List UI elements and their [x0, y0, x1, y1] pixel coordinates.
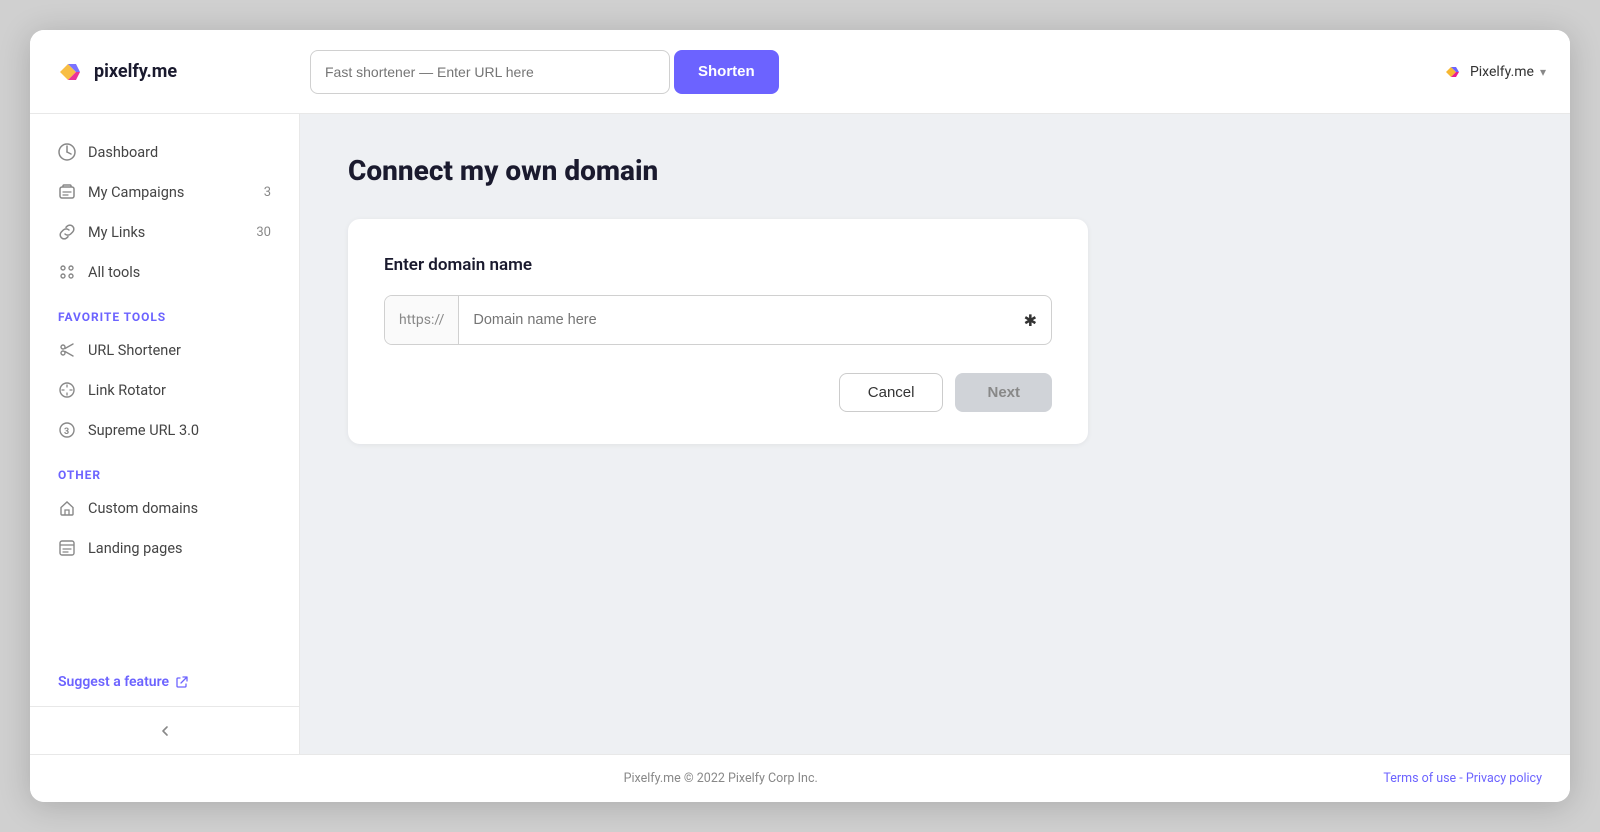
- header-user-label: Pixelfy.me: [1470, 64, 1534, 80]
- shorten-button[interactable]: Shorten: [674, 50, 779, 94]
- card-actions: Cancel Next: [384, 373, 1052, 412]
- header-user[interactable]: Pixelfy.me ▾: [1442, 61, 1546, 83]
- chevron-left-icon: [156, 722, 174, 740]
- sidebar-url-shortener-label: URL Shortener: [88, 342, 181, 359]
- sidebar-collapse-button[interactable]: [30, 706, 299, 754]
- sidebar-supreme-url-label: Supreme URL 3.0: [88, 422, 199, 439]
- footer: Pixelfy.me © 2022 Pixelfy Corp Inc. Term…: [30, 754, 1570, 802]
- sidebar-links-count: 30: [256, 225, 271, 240]
- sidebar-custom-domains-label: Custom domains: [88, 500, 198, 517]
- domain-prefix: https://: [385, 296, 459, 344]
- domain-name-input[interactable]: [459, 312, 1009, 328]
- main-content: Connect my own domain Enter domain name …: [300, 114, 1570, 754]
- domain-asterisk: ✱: [1010, 311, 1051, 330]
- sidebar-item-landing-pages[interactable]: Landing pages: [30, 528, 299, 568]
- supreme-icon: 3: [58, 421, 76, 439]
- scissors-icon: [58, 341, 76, 359]
- sidebar-links-label: My Links: [88, 224, 145, 241]
- url-input-wrap: [310, 50, 670, 94]
- home-icon: [58, 499, 76, 517]
- domain-card-title: Enter domain name: [384, 255, 1052, 275]
- sidebar-alltools-label: All tools: [88, 264, 140, 281]
- domain-input-wrap: https:// ✱: [384, 295, 1052, 345]
- logo-text: pixelfy.me: [94, 61, 177, 82]
- header-right: Pixelfy.me ▾: [1442, 61, 1546, 83]
- favorite-tools-label: FAVORITE TOOLS: [30, 292, 299, 330]
- app-window: pixelfy.me Shorten Pixelfy.me ▾: [30, 30, 1570, 802]
- svg-text:3: 3: [64, 427, 69, 437]
- landing-pages-icon: [58, 539, 76, 557]
- sidebar-item-campaigns[interactable]: My Campaigns 3: [30, 172, 299, 212]
- body-wrap: Dashboard My Campaigns 3 My Links 30: [30, 114, 1570, 754]
- suggest-feature-link[interactable]: Suggest a feature: [30, 658, 299, 706]
- url-shortener-input[interactable]: [311, 64, 669, 80]
- chevron-down-icon: ▾: [1540, 65, 1546, 79]
- sidebar-link-rotator-label: Link Rotator: [88, 382, 166, 399]
- sidebar-item-links[interactable]: My Links 30: [30, 212, 299, 252]
- sidebar-item-url-shortener[interactable]: URL Shortener: [30, 330, 299, 370]
- sidebar-campaigns-label: My Campaigns: [88, 184, 184, 201]
- external-link-icon: [175, 675, 189, 689]
- other-label: OTHER: [30, 450, 299, 488]
- next-button[interactable]: Next: [955, 373, 1052, 412]
- header: pixelfy.me Shorten Pixelfy.me ▾: [30, 30, 1570, 114]
- footer-links[interactable]: Terms of use - Privacy policy: [1383, 771, 1542, 786]
- sidebar-item-alltools[interactable]: All tools: [30, 252, 299, 292]
- dashboard-icon: [58, 143, 76, 161]
- alltools-icon: [58, 263, 76, 281]
- sidebar-landing-pages-label: Landing pages: [88, 540, 183, 557]
- domain-card: Enter domain name https:// ✱ Cancel Next: [348, 219, 1088, 444]
- campaigns-icon: [58, 183, 76, 201]
- logo-icon: [54, 56, 86, 88]
- suggest-feature-text: Suggest a feature: [58, 674, 169, 690]
- logo-area: pixelfy.me: [54, 56, 294, 88]
- cancel-button[interactable]: Cancel: [839, 373, 944, 412]
- sidebar-campaigns-count: 3: [264, 185, 271, 200]
- footer-copyright: Pixelfy.me © 2022 Pixelfy Corp Inc.: [58, 771, 1383, 786]
- header-logo-icon: [1442, 61, 1464, 83]
- header-center: Shorten: [310, 50, 1426, 94]
- sidebar-item-custom-domains[interactable]: Custom domains: [30, 488, 299, 528]
- sidebar-item-supreme-url[interactable]: 3 Supreme URL 3.0: [30, 410, 299, 450]
- sidebar-item-dashboard[interactable]: Dashboard: [30, 132, 299, 172]
- links-icon: [58, 223, 76, 241]
- sidebar-item-link-rotator[interactable]: Link Rotator: [30, 370, 299, 410]
- rotator-icon: [58, 381, 76, 399]
- sidebar: Dashboard My Campaigns 3 My Links 30: [30, 114, 300, 754]
- page-title: Connect my own domain: [348, 154, 1522, 187]
- sidebar-dashboard-label: Dashboard: [88, 144, 158, 161]
